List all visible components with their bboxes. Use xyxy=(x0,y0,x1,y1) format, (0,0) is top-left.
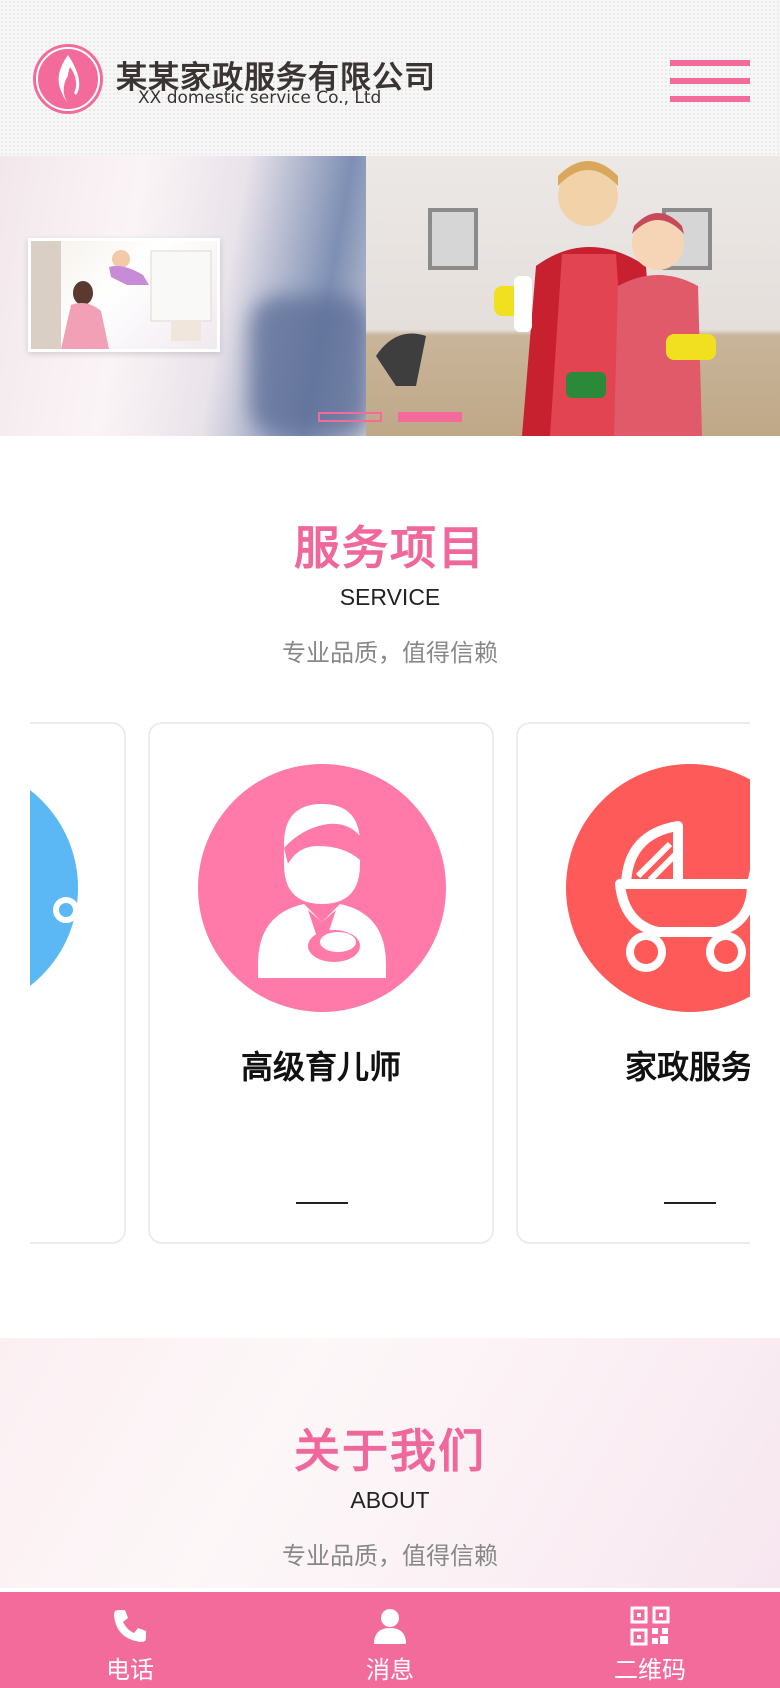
banner-slide-cleaning-family xyxy=(366,156,780,436)
about-title-cn: 关于我们 xyxy=(294,1424,486,1478)
banner-dot-1[interactable] xyxy=(318,412,382,422)
baby-stroller-icon xyxy=(566,764,750,1012)
about-section-header: 关于我们 ABOUT 专业品质，值得信赖 xyxy=(0,1415,780,1571)
site-header: 某某家政服务有限公司 XX domestic service Co., Ltd xyxy=(0,0,780,156)
service-card-title: 高级育儿师 xyxy=(240,1048,401,1086)
card-divider xyxy=(664,1202,716,1204)
user-message-icon xyxy=(370,1606,410,1646)
service-section-header: 服务项目 SERVICE 专业品质，值得信赖 xyxy=(0,512,780,668)
service-carousel[interactable]: 高级育儿师 家政服务 xyxy=(30,722,750,1246)
mother-daughter-cleaning-illustration xyxy=(376,161,716,436)
nav-phone-button[interactable]: 电话 xyxy=(0,1592,260,1688)
hero-banner[interactable] xyxy=(0,156,780,436)
card-divider xyxy=(296,1202,348,1204)
qr-code-icon xyxy=(630,1606,670,1646)
hamburger-menu-button[interactable] xyxy=(670,60,750,104)
service-card[interactable] xyxy=(30,722,126,1244)
nav-phone-label: 电话 xyxy=(106,1656,154,1684)
nav-qrcode-label: 二维码 xyxy=(614,1656,686,1684)
service-card-title: 家政服务 xyxy=(624,1048,750,1086)
banner-slide-mother-baby xyxy=(0,156,370,436)
childcare-specialist-icon xyxy=(198,764,446,1012)
about-subtitle: 专业品质，值得信赖 xyxy=(282,1542,498,1570)
company-name-en: XX domestic service Co., Ltd xyxy=(138,88,382,108)
phone-icon xyxy=(110,1606,150,1646)
service-title-en: SERVICE xyxy=(339,584,441,610)
nav-qrcode-button[interactable]: 二维码 xyxy=(520,1592,780,1688)
about-title-en: ABOUT xyxy=(350,1487,430,1513)
service-subtitle: 专业品质，值得信赖 xyxy=(282,639,498,667)
menu-line-icon xyxy=(670,78,750,84)
banner-dot-2-active[interactable] xyxy=(398,412,462,422)
service-title-cn: 服务项目 xyxy=(294,521,486,575)
menu-line-icon xyxy=(670,96,750,102)
banner-pagination xyxy=(318,412,468,424)
bottom-nav-bar: 电话 消息 二维码 xyxy=(0,1592,780,1688)
menu-line-icon xyxy=(670,60,750,66)
mother-baby-photo xyxy=(28,238,220,352)
service-card[interactable]: 家政服务 xyxy=(516,722,750,1244)
nanny-icon xyxy=(30,764,78,1012)
flame-logo-icon[interactable] xyxy=(32,43,104,115)
nav-message-button[interactable]: 消息 xyxy=(260,1592,520,1688)
service-card[interactable]: 高级育儿师 xyxy=(148,722,494,1244)
nav-message-label: 消息 xyxy=(366,1656,414,1684)
